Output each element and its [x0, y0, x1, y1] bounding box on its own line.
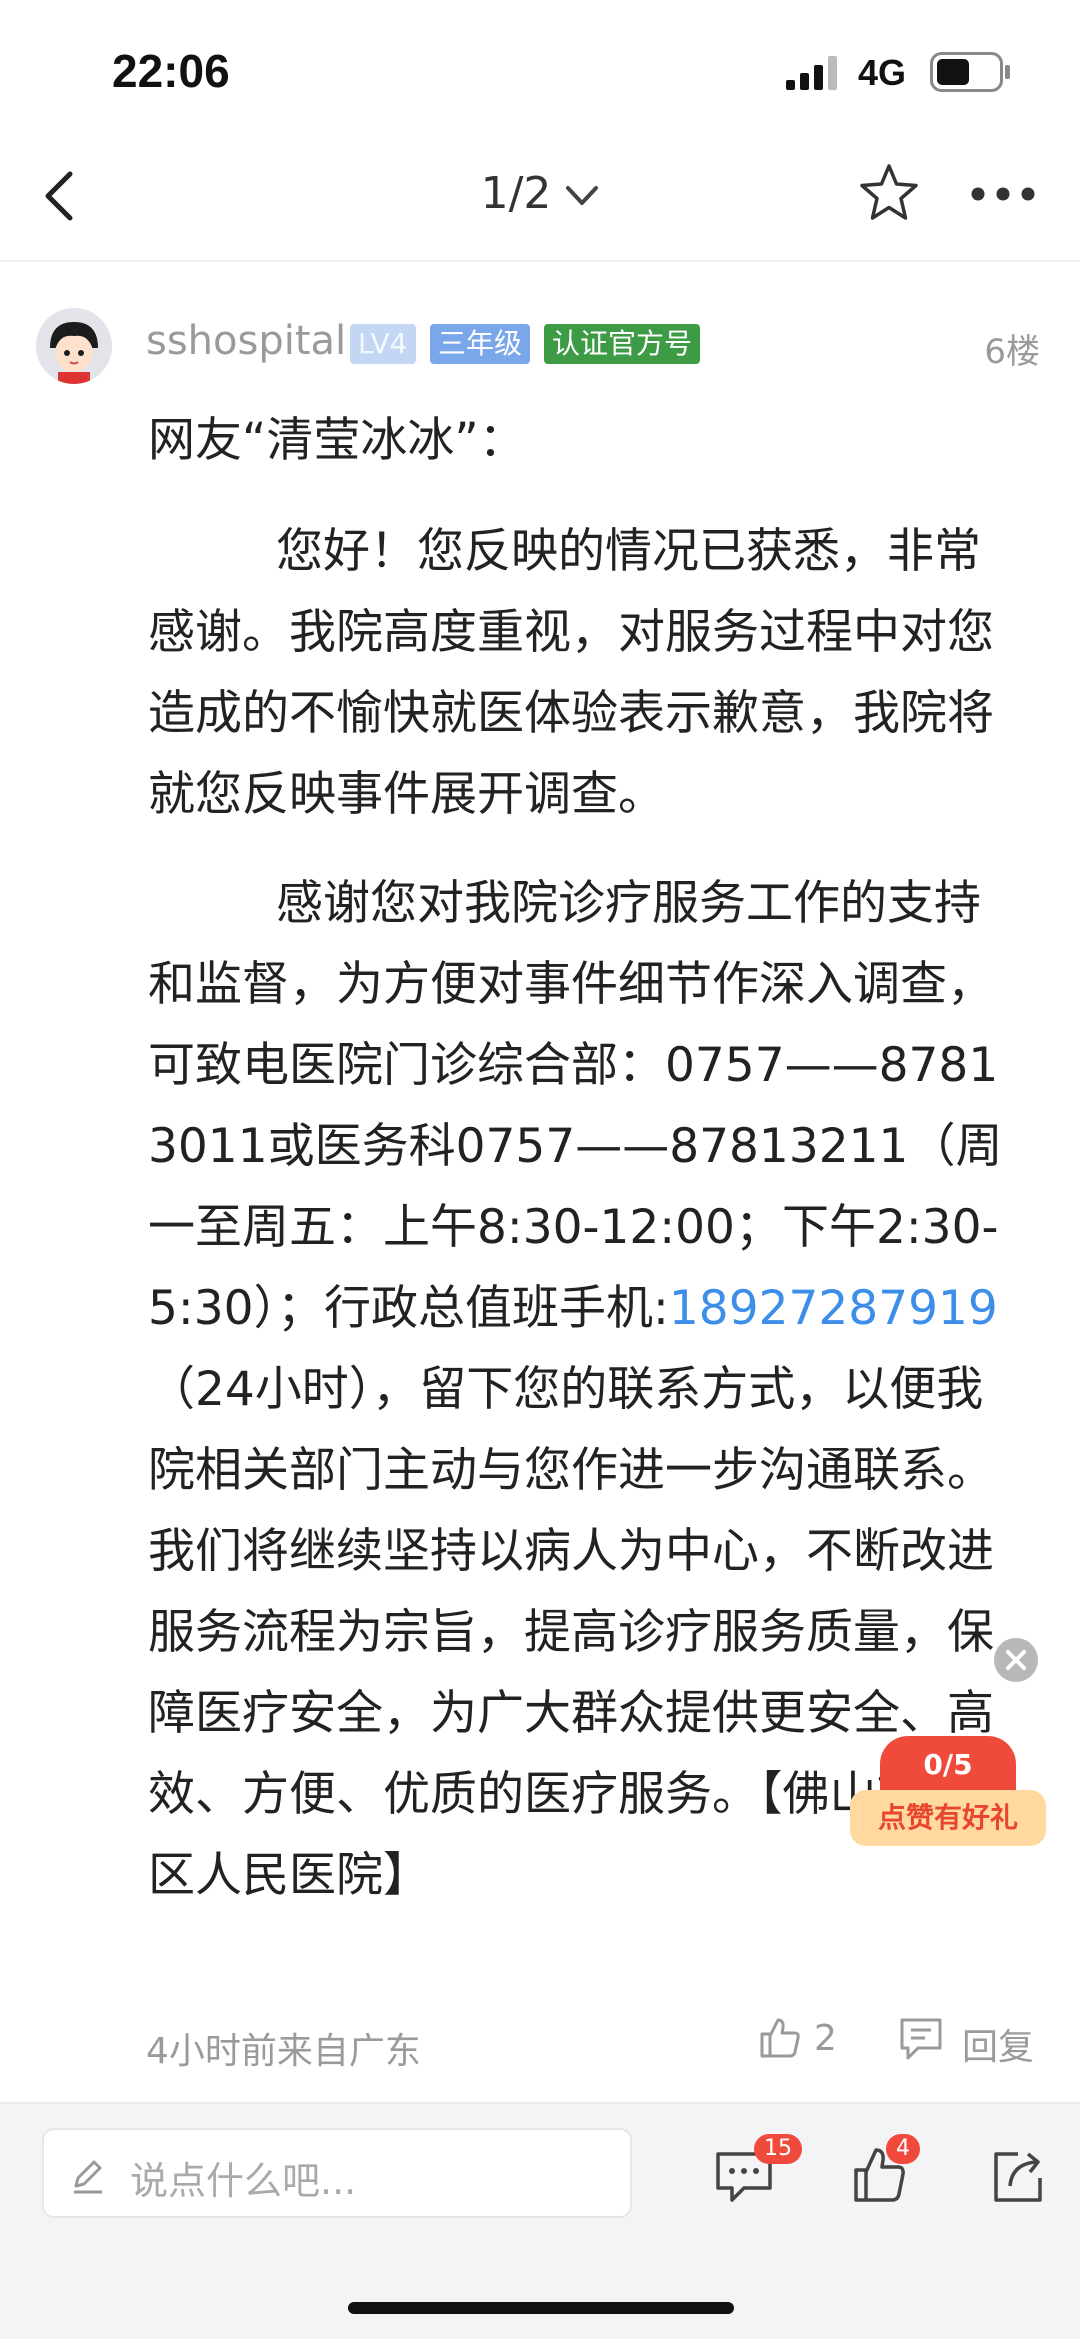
floor-number: 6楼 — [984, 332, 1040, 372]
post-meta: 4小时前来自广东 — [146, 2031, 421, 2072]
reply-label: 回复 — [962, 2027, 1035, 2068]
reply-button[interactable]: 回复 — [896, 2012, 1046, 2068]
status-time: 22:06 — [112, 45, 230, 97]
likes-count-badge: 4 — [886, 2134, 920, 2164]
thumbs-up-icon — [760, 2018, 800, 2058]
post-greeting: 网友“清莹冰冰”： — [148, 413, 526, 468]
comment-placeholder: 说点什么吧... — [130, 2159, 357, 2203]
favorite-star-icon[interactable] — [858, 162, 920, 224]
avatar-cartoon-icon — [36, 308, 112, 384]
more-options-icon[interactable] — [970, 184, 1036, 204]
grade-badge: 三年级 — [430, 324, 531, 364]
phone-link[interactable]: 18927287919 — [669, 1281, 998, 1336]
pencil-icon — [74, 2160, 102, 2194]
username[interactable]: sshospital — [146, 318, 346, 364]
chevron-down-icon — [566, 186, 599, 205]
official-badge: 认证官方号 — [544, 324, 701, 364]
close-icon — [1006, 1650, 1026, 1670]
gift-progress-count[interactable]: 0/5 — [880, 1736, 1016, 1794]
gift-close-button[interactable] — [994, 1638, 1038, 1682]
gift-promo-button[interactable]: 点赞有好礼 — [850, 1790, 1046, 1846]
post-paragraph-1: 您好！您反映的情况已获悉，非常感谢。我院高度重视，对服务过程中对您造成的不愉快就… — [148, 524, 994, 822]
like-count: 2 — [814, 2018, 837, 2059]
share-icon[interactable] — [990, 2146, 1046, 2206]
comment-input[interactable]: 说点什么吧... — [42, 2128, 632, 2218]
signal-icon — [786, 56, 837, 90]
battery-icon — [930, 52, 1010, 92]
reply-comment-icon — [900, 2018, 942, 2060]
paragraph-2-text-start: 感谢您对我院诊疗服务工作的支持和监督，为方便对事件细节作深入调查，可致电医院门诊… — [148, 876, 1003, 1336]
post-body: 网友“清莹冰冰”： 您好！您反映的情况已获悉，非常感谢。我院高度重视，对服务过程… — [148, 400, 1018, 1916]
comments-count-badge: 15 — [754, 2134, 802, 2164]
level-badge: LV4 — [350, 324, 416, 364]
home-indicator — [348, 2302, 734, 2314]
network-label: 4G — [858, 52, 907, 93]
avatar[interactable] — [36, 308, 112, 384]
page-indicator-label: 1/2 — [480, 168, 552, 219]
status-bar: 22:06 4G — [0, 0, 1080, 140]
nav-bar: 1/2 — [0, 140, 1080, 262]
